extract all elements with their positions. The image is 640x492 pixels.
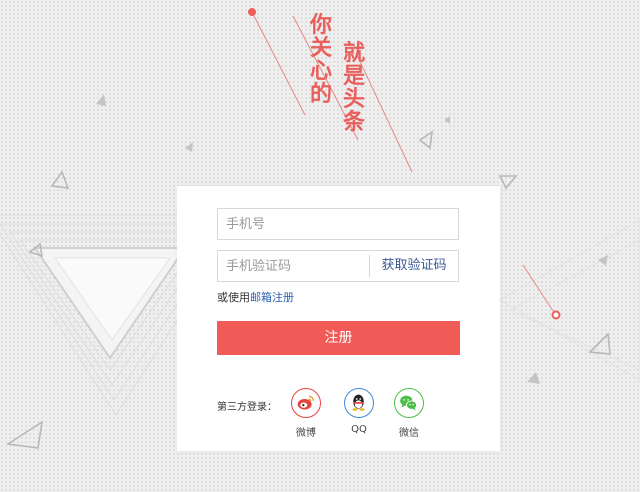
verification-code-input[interactable] — [218, 251, 368, 281]
get-code-button[interactable]: 获取验证码 — [369, 255, 458, 277]
phone-input[interactable] — [218, 209, 458, 239]
slogan-right: 就是头条 — [342, 41, 365, 135]
register-panel: 获取验证码 或使用邮箱注册 注册 第三方登录： 微博 — [177, 186, 500, 451]
wechat-label: 微信 — [399, 428, 419, 439]
weibo-label: 微博 — [296, 428, 316, 439]
alt-register-prefix: 或使用 — [217, 291, 250, 304]
qq-icon[interactable] — [344, 388, 374, 418]
register-button[interactable]: 注册 — [217, 321, 460, 355]
wechat-login[interactable]: 微信 — [389, 388, 429, 439]
weibo-icon[interactable] — [291, 388, 321, 418]
email-register-link[interactable]: 邮箱注册 — [250, 291, 294, 304]
qq-login[interactable]: QQ — [339, 388, 379, 435]
alt-register-line: 或使用邮箱注册 — [217, 289, 294, 305]
slogan-left: 你关心的 — [309, 13, 332, 107]
phone-field — [217, 208, 459, 240]
third-party-label: 第三方登录： — [217, 402, 277, 413]
verification-code-field: 获取验证码 — [217, 250, 459, 282]
qq-label: QQ — [351, 424, 367, 435]
wechat-icon[interactable] — [394, 388, 424, 418]
weibo-login[interactable]: 微博 — [286, 388, 326, 439]
